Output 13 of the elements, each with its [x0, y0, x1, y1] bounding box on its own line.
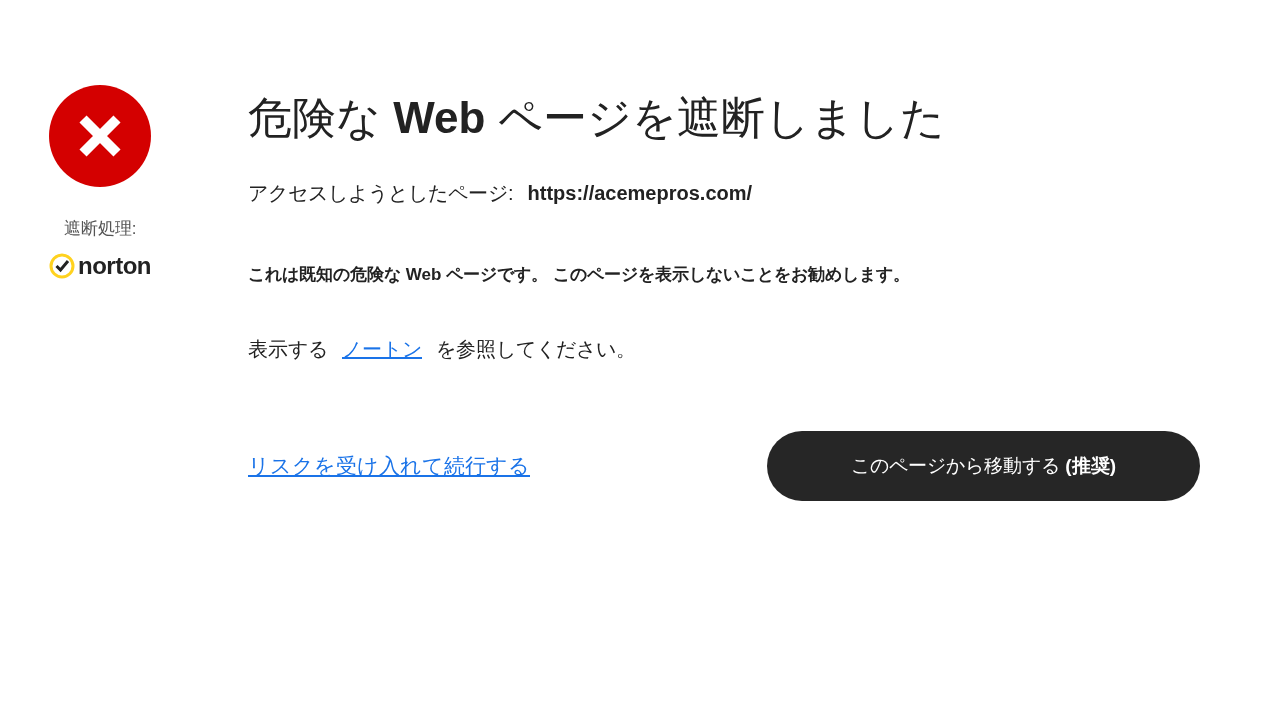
- page-title: 危険な Web ページを遮断しました: [248, 92, 946, 144]
- norton-link[interactable]: ノートン: [342, 336, 422, 363]
- proceed-link[interactable]: リスクを受け入れて続行する: [248, 452, 530, 480]
- warning-text: これは既知の危険な Web ページです。 このページを表示しないことをお勧めします。: [248, 264, 911, 286]
- access-label: アクセスしようとしたページ:: [248, 181, 514, 206]
- url-text: https://acemepros.com/: [527, 182, 753, 205]
- check-icon: [49, 253, 75, 279]
- blocked-by-label: 遮断処理:: [63, 218, 137, 240]
- leave-page-button[interactable]: このページから移動する (推奨): [767, 431, 1200, 501]
- error-icon: [49, 85, 151, 187]
- brand-logo-text: norton: [78, 252, 151, 280]
- info-text: を参照してください。: [436, 337, 636, 362]
- info-text: 表示する: [248, 337, 328, 362]
